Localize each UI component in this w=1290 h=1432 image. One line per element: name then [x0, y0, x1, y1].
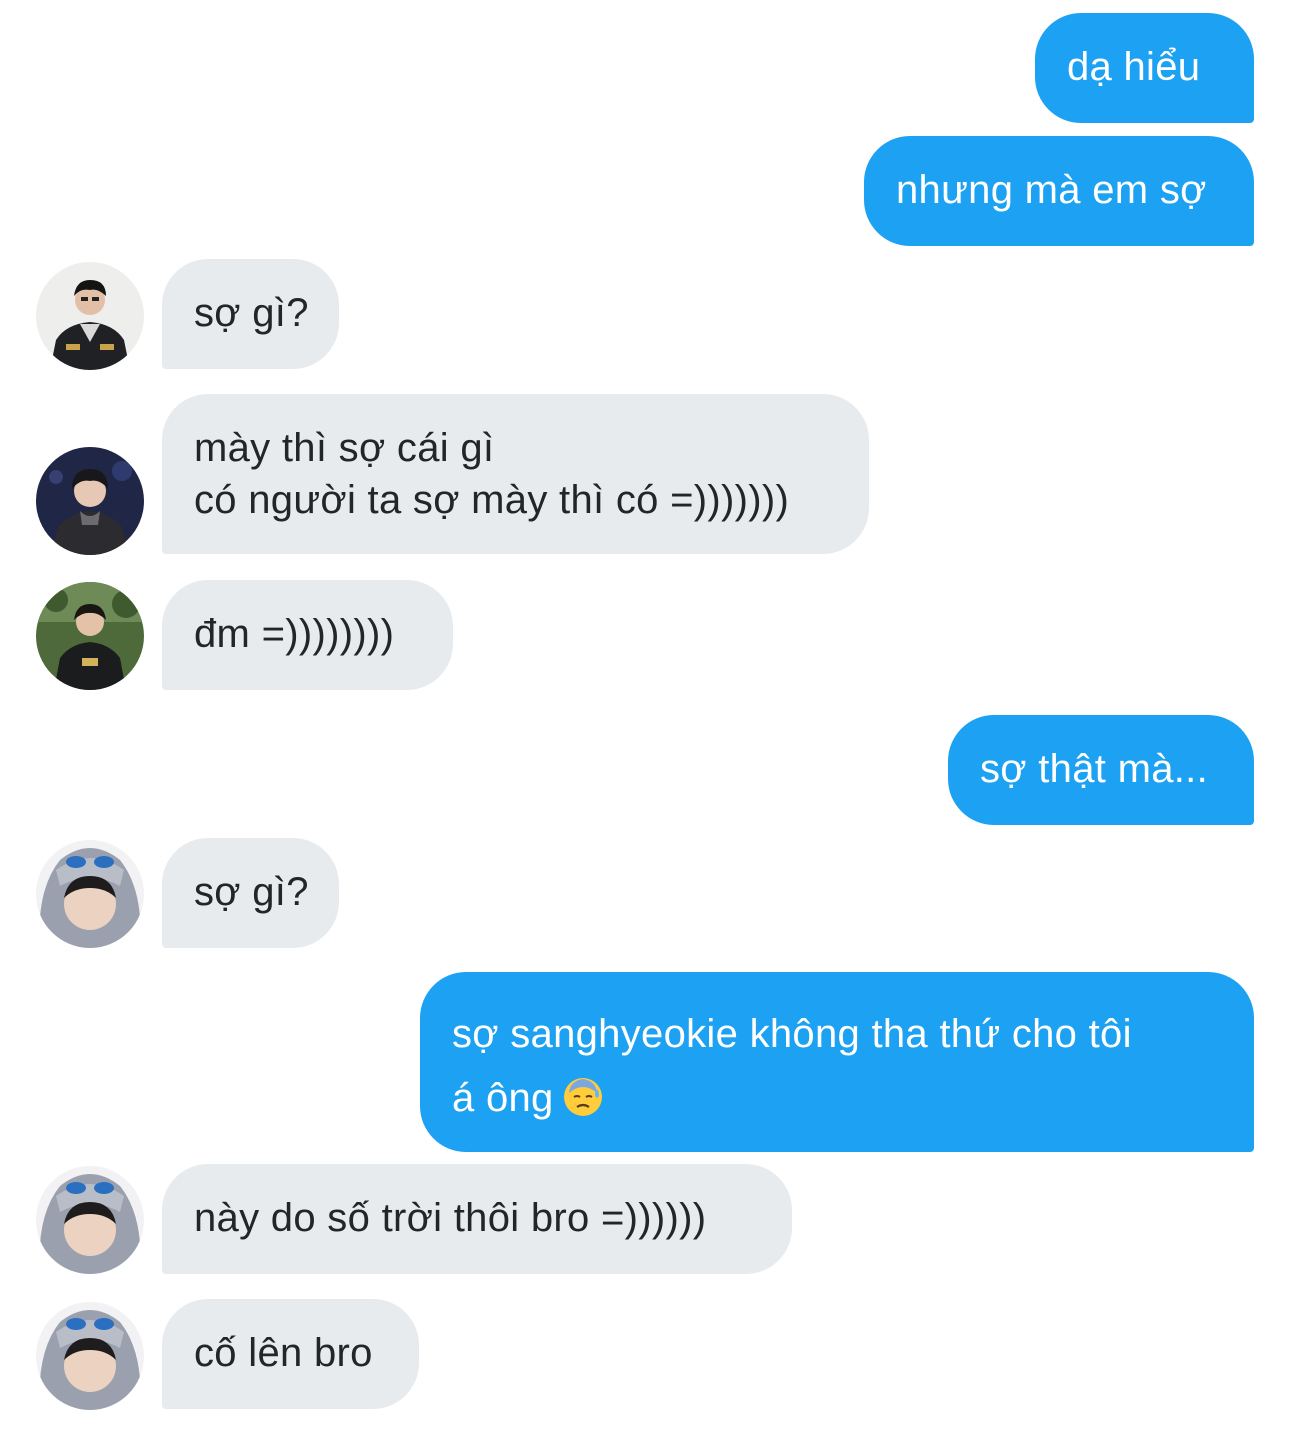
avatar-player-4[interactable]	[36, 1166, 144, 1274]
avatar-player-1[interactable]	[36, 262, 144, 370]
outgoing-message[interactable]: sợ thật mà...	[948, 715, 1254, 825]
avatar-image	[36, 1302, 144, 1410]
avatar-player-4[interactable]	[36, 840, 144, 948]
outgoing-message[interactable]: sợ sanghyeokie không tha thứ cho tôi á ô…	[420, 972, 1254, 1152]
outgoing-message[interactable]: dạ hiểu	[1035, 13, 1254, 123]
message-text-line: sợ sanghyeokie không tha thứ cho tôi	[452, 1012, 1132, 1056]
incoming-message[interactable]: sợ gì?	[162, 259, 339, 369]
message-text: đm =))))))))	[194, 612, 395, 656]
incoming-message[interactable]: sợ gì?	[162, 838, 339, 948]
message-text: này do số trời thôi bro =))))))	[194, 1196, 707, 1240]
incoming-message[interactable]: cố lên bro	[162, 1299, 419, 1409]
incoming-message[interactable]: mày thì sợ cái gì có người ta sợ mày thì…	[162, 394, 869, 554]
avatar-player-4[interactable]	[36, 1302, 144, 1410]
message-text: nhưng mà em sợ	[896, 168, 1207, 212]
message-thread: dạ hiểu nhưng mà em sợ sợ gì? mày thì sợ…	[0, 0, 1290, 1432]
avatar-image	[36, 582, 144, 690]
message-text: sợ gì?	[194, 870, 309, 914]
avatar-image	[36, 447, 144, 555]
avatar-player-2[interactable]	[36, 447, 144, 555]
outgoing-message[interactable]: nhưng mà em sợ	[864, 136, 1254, 246]
incoming-message[interactable]: này do số trời thôi bro =))))))	[162, 1164, 792, 1274]
message-text: sợ gì?	[194, 291, 309, 335]
message-text: sợ thật mà...	[980, 747, 1208, 791]
avatar-player-3[interactable]	[36, 582, 144, 690]
avatar-image	[36, 840, 144, 948]
message-text-line: có người ta sợ mày thì có =)))))))	[194, 478, 790, 522]
message-text: cố lên bro	[194, 1331, 373, 1375]
message-text-line: á ông	[452, 1066, 1222, 1130]
incoming-message[interactable]: đm =))))))))	[162, 580, 453, 690]
avatar-image	[36, 1166, 144, 1274]
message-text: dạ hiểu	[1067, 45, 1201, 89]
downcast-face-with-sweat-emoji	[563, 1078, 602, 1116]
message-text-line: mày thì sợ cái gì	[194, 426, 495, 470]
avatar-image	[36, 262, 144, 370]
